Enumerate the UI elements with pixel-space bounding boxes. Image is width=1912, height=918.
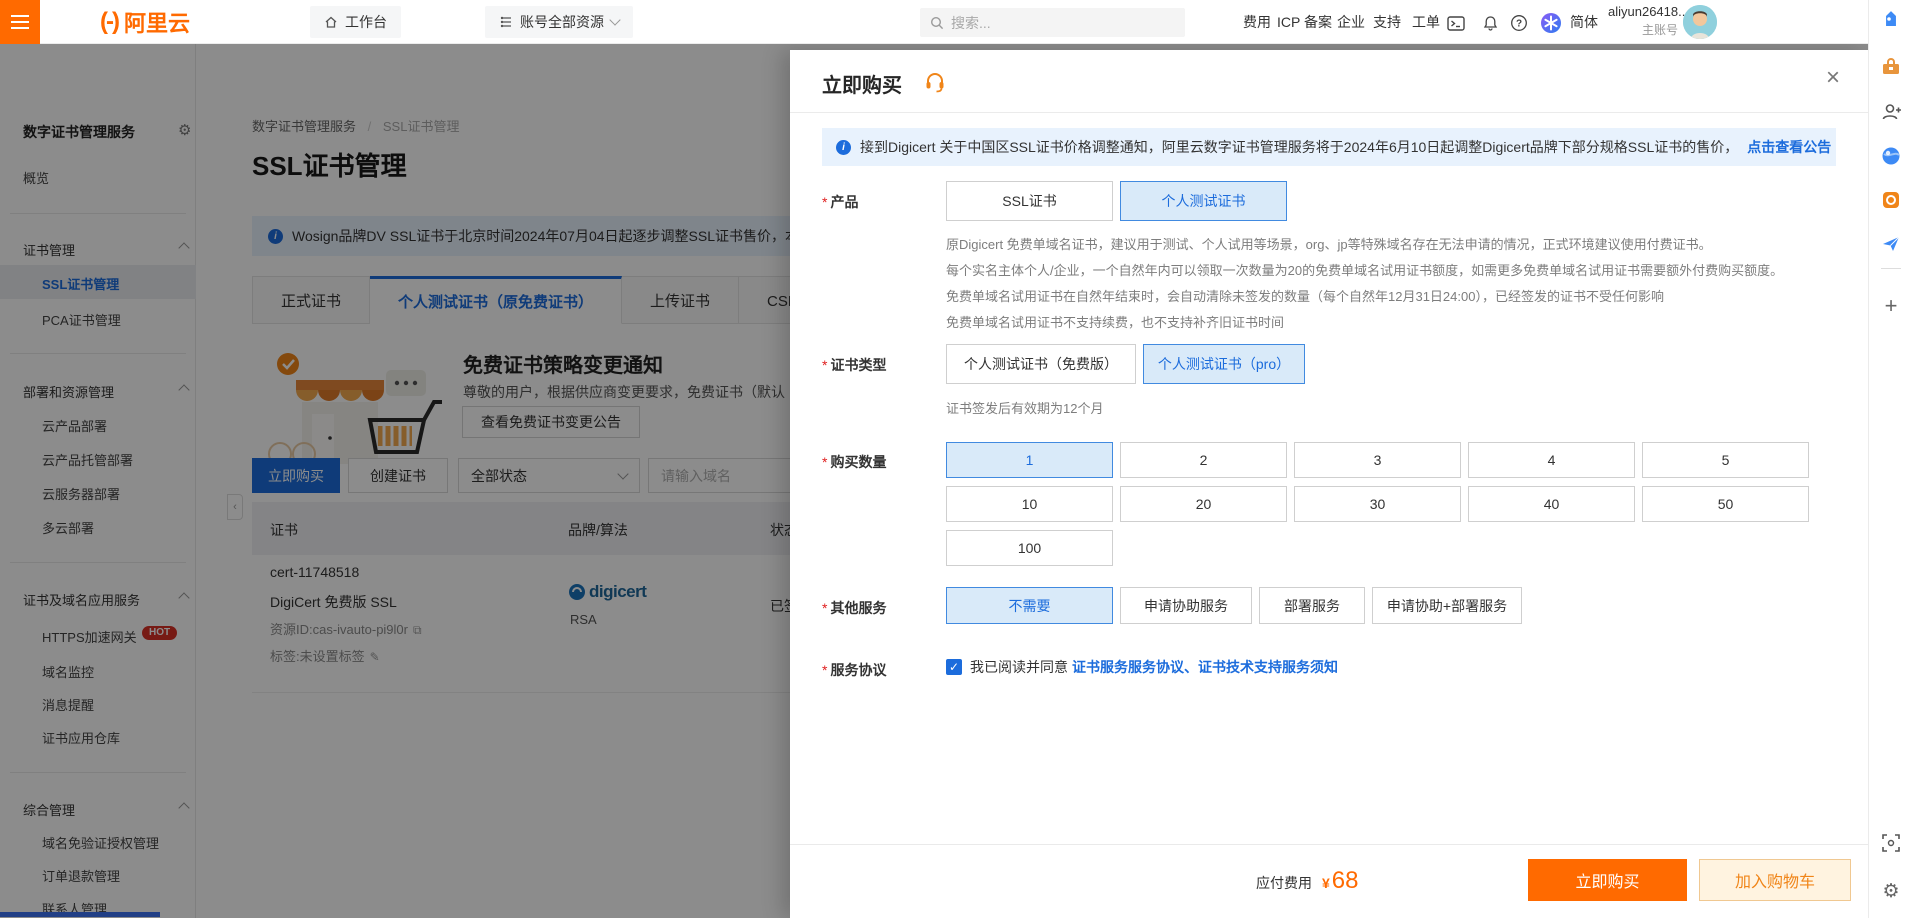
agreement-row: ✓ 我已阅读并同意 证书服务服务协议、证书技术支持服务须知	[946, 657, 1338, 677]
other-services-label: *其他服务	[822, 598, 952, 618]
dialog-header: 立即购买 ×	[790, 50, 1868, 113]
view-announcement-link[interactable]: 点击查看公告	[1747, 137, 1831, 157]
dialog-footer: 应付费用 ¥ 68 立即购买 加入购物车	[790, 844, 1868, 918]
cert-type-option-free[interactable]: 个人测试证书（免费版）	[946, 344, 1136, 384]
service-option-deploy[interactable]: 部署服务	[1259, 587, 1365, 624]
quantity-label: *购买数量	[822, 452, 952, 472]
help-icon[interactable]: ?	[1508, 12, 1530, 34]
home-icon	[324, 15, 338, 29]
notifications-bell-icon[interactable]	[1479, 12, 1501, 34]
agreement-label: *服务协议	[822, 660, 952, 680]
settings-gear-icon[interactable]: ⚙	[1880, 880, 1902, 902]
info-icon: i	[836, 140, 851, 155]
aliyun-logo-text: 阿里云	[124, 6, 190, 38]
product-option-ssl-cert[interactable]: SSL证书	[946, 181, 1113, 221]
quantity-option-4[interactable]: 4	[1468, 442, 1635, 478]
quantity-option-5[interactable]: 5	[1642, 442, 1809, 478]
support-headset-icon[interactable]	[924, 71, 946, 93]
user-account[interactable]: aliyun26418... 主账号	[1608, 4, 1678, 38]
add-to-cart-button[interactable]: 加入购物车	[1699, 859, 1851, 901]
quantity-option-40[interactable]: 40	[1468, 486, 1635, 522]
workbench-button[interactable]: 工作台	[310, 6, 401, 38]
global-search[interactable]	[920, 8, 1185, 37]
cert-type-option-pro[interactable]: 个人测试证书（pro）	[1143, 344, 1305, 384]
agreement-checkbox[interactable]: ✓	[946, 659, 962, 675]
quantity-option-50[interactable]: 50	[1642, 486, 1809, 522]
dialog-buy-now-button[interactable]: 立即购买	[1528, 859, 1687, 901]
product-desc-line-2: 每个实名主体个人/企业，一个自然年内可以领取一次数量为20的免费单域名试用证书额…	[946, 260, 1783, 279]
globe-icon[interactable]	[1880, 145, 1902, 167]
send-plane-icon[interactable]	[1880, 233, 1902, 255]
product-desc-line-4: 免费单域名试用证书不支持续费，也不支持补齐旧证书时间	[946, 312, 1284, 331]
toolbox-icon[interactable]	[1880, 56, 1902, 78]
ai-assistant-icon[interactable]	[1540, 12, 1562, 34]
resource-list-icon	[499, 15, 513, 29]
cert-validity-note: 证书签发后有效期为12个月	[946, 398, 1103, 417]
nav-link-support[interactable]: 支持	[1373, 0, 1401, 44]
product-desc-line-3: 免费单域名试用证书在自然年结束时，会自动清除未签发的数量（每个自然年12月31日…	[946, 286, 1664, 305]
fee-amount: 68	[1332, 867, 1359, 895]
dialog-info-banner: i 接到Digicert 关于中国区SSL证书价格调整通知，阿里云数字证书管理服…	[822, 128, 1836, 166]
quantity-option-10[interactable]: 10	[946, 486, 1113, 522]
quantity-option-100[interactable]: 100	[946, 530, 1113, 566]
account-type-label: 主账号	[1608, 21, 1678, 38]
product-label: *产品	[822, 192, 952, 212]
aliyun-logo[interactable]: (-) 阿里云	[100, 0, 190, 44]
agreement-text: 我已阅读并同意	[970, 657, 1068, 677]
quantity-option-2[interactable]: 2	[1120, 442, 1287, 478]
product-option-personal-test-cert[interactable]: 个人测试证书	[1120, 181, 1287, 221]
hamburger-menu-icon[interactable]	[0, 0, 40, 44]
toolbar-divider	[1881, 268, 1901, 269]
close-icon[interactable]: ×	[1826, 66, 1840, 90]
locale-switcher[interactable]: 简体	[1570, 0, 1598, 44]
product-desc-line-1: 原Digicert 免费单域名证书，建议用于测试、个人试用等场景，org、jp等…	[946, 234, 1712, 253]
chevron-down-icon	[609, 14, 620, 25]
app-store-icon[interactable]	[1880, 189, 1902, 211]
svg-text:?: ?	[1516, 19, 1522, 30]
nav-link-enterprise[interactable]: 企业	[1337, 0, 1365, 44]
search-input[interactable]	[951, 15, 1151, 31]
cert-type-label: *证书类型	[822, 355, 952, 375]
dialog-info-text: 接到Digicert 关于中国区SSL证书价格调整通知，阿里云数字证书管理服务将…	[860, 137, 1738, 157]
fee-currency: ¥	[1322, 875, 1330, 891]
quantity-option-30[interactable]: 30	[1294, 486, 1461, 522]
agreement-links[interactable]: 证书服务服务协议、证书技术支持服务须知	[1072, 657, 1338, 677]
add-user-icon[interactable]	[1880, 101, 1902, 123]
payable-fee: 应付费用 ¥ 68	[1256, 867, 1359, 895]
avatar[interactable]	[1683, 5, 1717, 39]
quantity-option-20[interactable]: 20	[1120, 486, 1287, 522]
right-toolbar: + ⚙	[1868, 0, 1912, 918]
nav-link-icp[interactable]: ICP 备案	[1277, 0, 1332, 44]
fullscreen-icon[interactable]	[1880, 832, 1902, 854]
quantity-option-3[interactable]: 3	[1294, 442, 1461, 478]
service-option-assist-deploy[interactable]: 申请协助+部署服务	[1372, 587, 1522, 624]
top-navbar: (-) 阿里云 工作台 账号全部资源 费用 ICP 备案 企业 支持 工单 ?	[0, 0, 1868, 44]
add-tool-icon[interactable]: +	[1880, 295, 1902, 317]
service-option-assist[interactable]: 申请协助服务	[1120, 587, 1252, 624]
nav-link-tickets[interactable]: 工单	[1412, 0, 1440, 44]
app-root: (-) 阿里云 工作台 账号全部资源 费用 ICP 备案 企业 支持 工单 ?	[0, 0, 1912, 918]
search-icon	[930, 16, 944, 30]
price-tag-icon[interactable]	[1880, 10, 1902, 32]
fee-label: 应付费用	[1256, 873, 1312, 893]
terminal-icon[interactable]	[1445, 12, 1467, 34]
purchase-dialog: 立即购买 × i 接到Digicert 关于中国区SSL证书价格调整通知，阿里云…	[790, 50, 1868, 918]
username: aliyun26418...	[1608, 4, 1678, 19]
service-option-none[interactable]: 不需要	[946, 587, 1113, 624]
aliyun-logo-icon: (-)	[100, 8, 118, 36]
all-resources-button[interactable]: 账号全部资源	[485, 6, 633, 38]
nav-link-billing[interactable]: 费用	[1243, 0, 1271, 44]
quantity-option-1[interactable]: 1	[946, 442, 1113, 478]
dialog-title: 立即购买	[822, 69, 902, 98]
